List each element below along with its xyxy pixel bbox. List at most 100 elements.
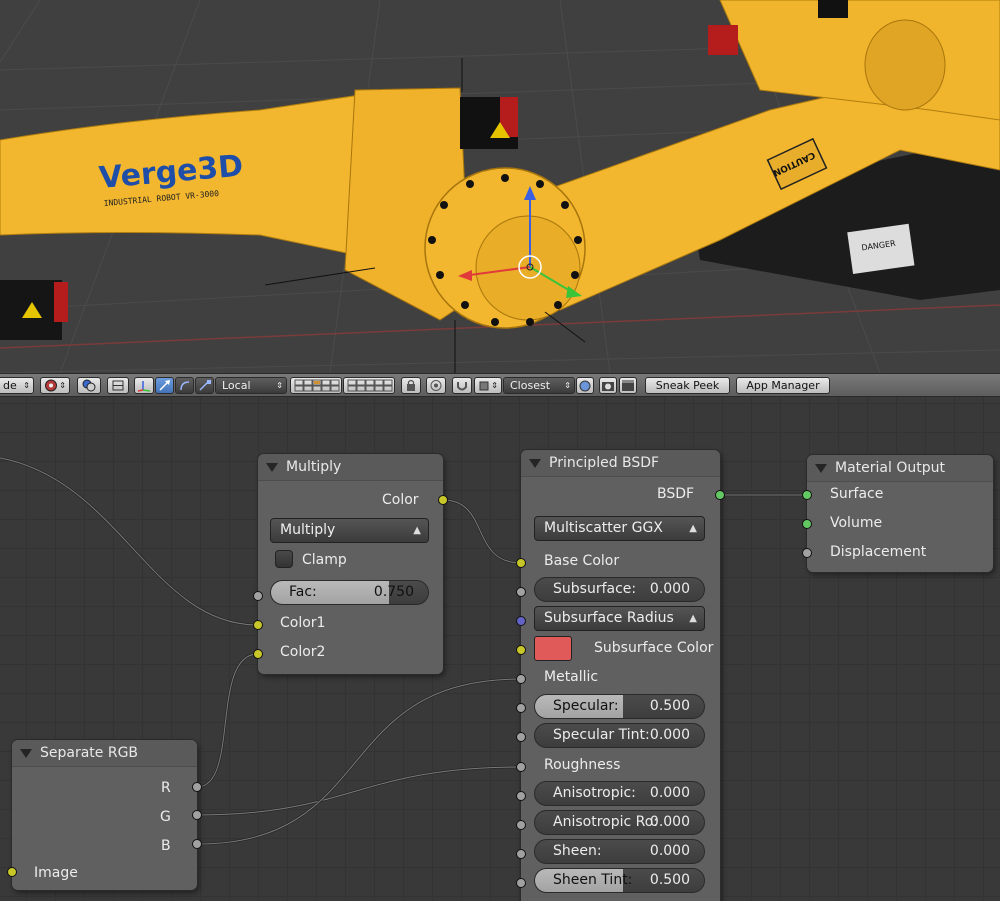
surface-input-socket[interactable]	[802, 490, 812, 500]
image-input-socket[interactable]	[7, 867, 17, 877]
snap-target-select[interactable]: Closest ⇕	[503, 377, 575, 394]
scale-tool-toggle[interactable]	[195, 377, 214, 394]
collapse-triangle-icon[interactable]	[529, 459, 541, 468]
color1-input-socket[interactable]	[253, 620, 263, 630]
separate-rgb-header[interactable]: Separate RGB	[12, 740, 197, 767]
g-output-label: G	[160, 809, 171, 825]
render-still-button[interactable]	[599, 377, 617, 394]
camera-icon	[601, 379, 615, 392]
manipulator-toggle[interactable]	[107, 377, 129, 394]
specular-field[interactable]: Specular: 0.500	[534, 694, 705, 719]
multiply-color-output-socket[interactable]	[438, 495, 448, 505]
layer-buttons-2[interactable]	[343, 377, 395, 394]
mode-select[interactable]: de ⇕	[0, 377, 34, 394]
bsdf-output-socket[interactable]	[715, 490, 725, 500]
roughness-label: Roughness	[544, 757, 621, 773]
roughness-socket[interactable]	[516, 762, 526, 772]
r-output-socket[interactable]	[192, 782, 202, 792]
proportional-edit-toggle[interactable]	[426, 377, 446, 394]
sphere-icon	[44, 379, 58, 392]
mode-label: de	[3, 379, 17, 392]
link-color-basecolor-highlight	[442, 499, 522, 564]
subsurface-field[interactable]: Subsurface: 0.000	[534, 577, 705, 602]
sheen-tint-value: 0.500	[649, 872, 690, 888]
anisotropic-value: 0.000	[649, 785, 690, 801]
sheen-label: Sheen:	[553, 843, 602, 859]
link-r-color2-highlight	[196, 653, 259, 788]
displacement-input-socket[interactable]	[802, 548, 812, 558]
base-color-socket[interactable]	[516, 558, 526, 568]
layer-buttons-1[interactable]	[290, 377, 342, 394]
metallic-socket[interactable]	[516, 674, 526, 684]
subsurface-color-swatch[interactable]	[534, 636, 572, 661]
chevron-updown-icon: ⇕	[564, 381, 571, 390]
sheen-field[interactable]: Sheen: 0.000	[534, 839, 705, 864]
3d-viewport[interactable]: DANGER CAUTION Verge3D INDUSTRIAL ROBOT …	[0, 0, 1000, 373]
pivot-select[interactable]	[77, 377, 101, 394]
g-output-socket[interactable]	[192, 810, 202, 820]
material-output-node[interactable]: Material Output Surface Volume Displacem…	[807, 455, 993, 572]
layers-grid-icon	[294, 379, 340, 392]
anisotropic-socket[interactable]	[516, 791, 526, 801]
blend-type-select[interactable]: Multiply ▲	[270, 518, 429, 543]
specular-value: 0.500	[649, 698, 690, 714]
fac-slider[interactable]: Fac: 0.750	[270, 580, 429, 605]
b-output-socket[interactable]	[192, 839, 202, 849]
collapse-triangle-icon	[20, 749, 32, 758]
subsurface-radius-socket[interactable]	[516, 616, 526, 626]
sheen-tint-field[interactable]: Sheen Tint: 0.500	[534, 868, 705, 893]
align-rotation-toggle[interactable]	[576, 377, 594, 394]
color1-label: Color1	[280, 615, 326, 631]
chevron-updown-icon: ⇕	[59, 381, 66, 390]
principled-node-title: Principled BSDF	[549, 455, 660, 471]
separate-rgb-node[interactable]: Separate RGB R G B Image	[12, 740, 197, 890]
layer-lock-toggle[interactable]	[401, 377, 421, 394]
align-icon	[578, 379, 592, 392]
specular-socket[interactable]	[516, 703, 526, 713]
collapse-triangle-icon[interactable]	[266, 463, 278, 472]
subsurface-color-socket[interactable]	[516, 645, 526, 655]
anisotropic-rotation-value: 0.000	[649, 814, 690, 830]
anisotropic-rotation-field[interactable]: Anisotropic Ro: 0.000	[534, 810, 705, 835]
translate-gizmo-toggle[interactable]	[134, 377, 154, 394]
clamp-checkbox[interactable]	[275, 550, 293, 568]
orientation-select[interactable]: Local ⇕	[215, 377, 287, 394]
fac-input-socket[interactable]	[253, 591, 263, 601]
app-manager-button[interactable]: App Manager	[736, 377, 830, 394]
sneak-peek-button[interactable]: Sneak Peek	[645, 377, 730, 394]
pivot-icon	[82, 379, 96, 392]
scale-icon	[198, 379, 212, 392]
fac-value: 0.750	[373, 584, 414, 600]
chevron-updown-icon: ▲	[413, 525, 421, 536]
subsurface-socket[interactable]	[516, 587, 526, 597]
principled-bsdf-node[interactable]: Principled BSDF BSDF Multiscatter GGX ▲ …	[521, 450, 720, 901]
node-editor[interactable]: Multiply Color Multiply ▲ Clamp Fac: 0.7…	[0, 397, 1000, 901]
rotate-tool-toggle[interactable]	[175, 377, 194, 394]
specular-tint-value: 0.000	[649, 727, 690, 743]
link-b-metallic-highlight	[196, 678, 522, 845]
chevron-updown-icon: ▲	[689, 523, 697, 534]
chevron-updown-icon: ⇕	[276, 381, 283, 390]
subsurface-radius-select[interactable]: Subsurface Radius ▲	[534, 606, 705, 631]
color2-input-socket[interactable]	[253, 649, 263, 659]
distribution-select[interactable]: Multiscatter GGX ▲	[534, 516, 705, 541]
volume-input-socket[interactable]	[802, 519, 812, 529]
principled-node-header[interactable]: Principled BSDF	[521, 450, 720, 477]
anisotropic-rotation-socket[interactable]	[516, 820, 526, 830]
snap-element-select[interactable]: ⇕	[474, 377, 502, 394]
sheen-socket[interactable]	[516, 849, 526, 859]
snap-toggle[interactable]	[452, 377, 472, 394]
axes-icon	[137, 379, 151, 392]
specular-tint-field[interactable]: Specular Tint: 0.000	[534, 723, 705, 748]
anisotropic-field[interactable]: Anisotropic: 0.000	[534, 781, 705, 806]
move-tool-toggle[interactable]	[155, 377, 174, 394]
shading-select[interactable]: ⇕	[40, 377, 70, 394]
render-animation-button[interactable]	[619, 377, 637, 394]
chevron-updown-icon: ⇕	[491, 381, 498, 390]
sheen-tint-socket[interactable]	[516, 878, 526, 888]
proportional-icon	[429, 379, 443, 392]
multiply-node-header[interactable]: Multiply	[258, 454, 443, 481]
multiply-node[interactable]: Multiply Color Multiply ▲ Clamp Fac: 0.7…	[258, 454, 443, 674]
specular-tint-socket[interactable]	[516, 732, 526, 742]
material-output-header[interactable]: Material Output	[807, 455, 993, 482]
